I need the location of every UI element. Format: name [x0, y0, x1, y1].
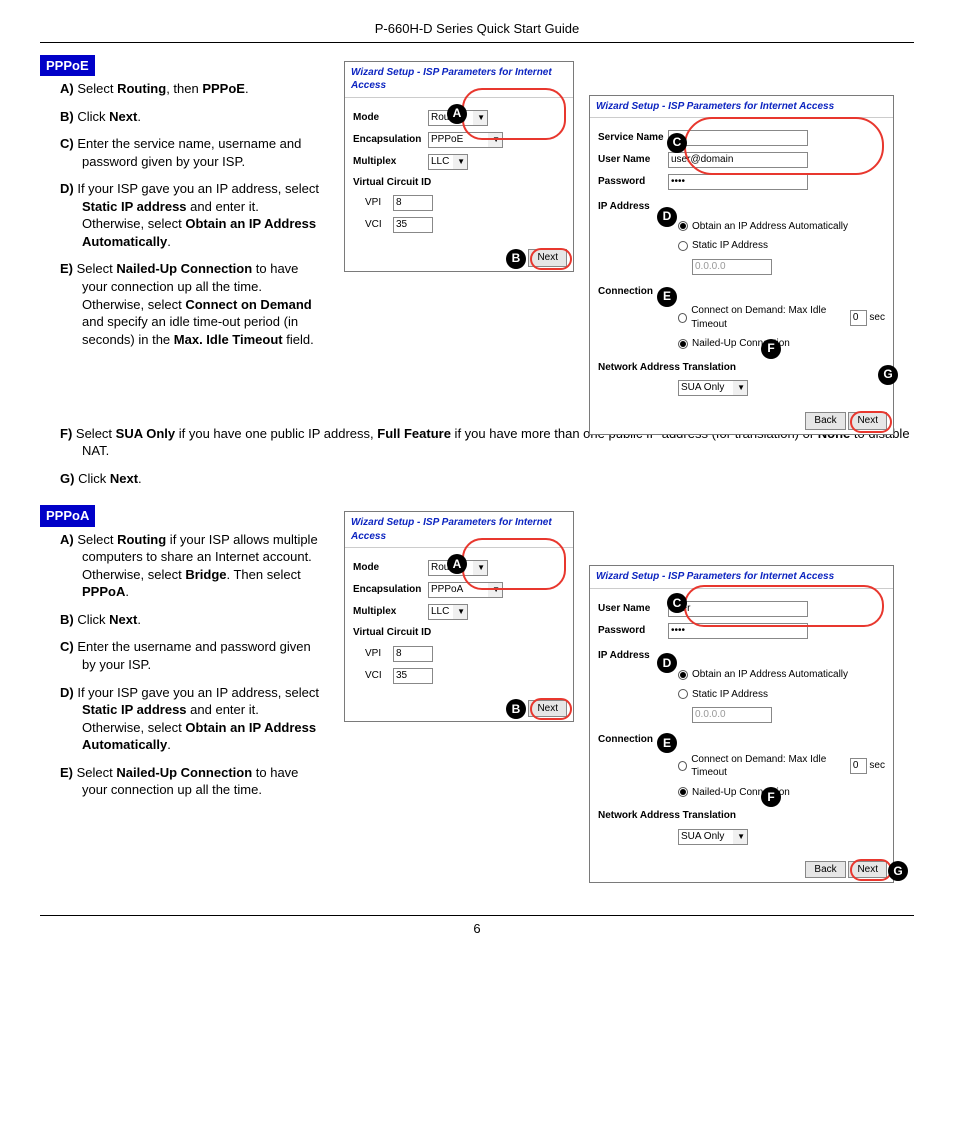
nat-select[interactable]: SUA Only — [678, 380, 748, 396]
vpi-label: VPI — [353, 647, 393, 661]
pppoe-steps: A) Select Routing, then PPPoE. B) Click … — [60, 80, 320, 348]
highlight-c — [684, 585, 884, 627]
page-header: P-660H-D Series Quick Start Guide — [40, 20, 914, 43]
user-label: User Name — [598, 153, 668, 167]
ip-static-text: Static IP Address — [692, 239, 768, 253]
mode-label: Mode — [353, 111, 428, 125]
ip-input[interactable]: 0.0.0.0 — [692, 707, 772, 723]
ip-static-radio[interactable] — [678, 689, 688, 699]
ip-auto-text: Obtain an IP Address Automatically — [692, 220, 848, 234]
pwd-label: Password — [598, 175, 668, 189]
pppoe-badge: PPPoE — [40, 55, 95, 77]
vpi-input[interactable]: 8 — [393, 195, 433, 211]
sec-text: sec — [869, 759, 885, 773]
ip-static-text: Static IP Address — [692, 688, 768, 702]
mode-label: Mode — [353, 561, 428, 575]
sec-text: sec — [869, 311, 885, 325]
multiplex-label: Multiplex — [353, 605, 428, 619]
pppoa-panels: Wizard Setup - ISP Parameters for Intern… — [344, 505, 914, 895]
back-button[interactable]: Back — [805, 861, 845, 879]
conn-demand-text: Connect on Demand: Max Idle Timeout — [691, 304, 847, 331]
callout-d: D — [657, 207, 677, 227]
svc-label: Service Name — [598, 131, 668, 145]
nat-select[interactable]: SUA Only — [678, 829, 748, 845]
nat-label: Network Address Translation — [598, 361, 736, 375]
conn-demand-text: Connect on Demand: Max Idle Timeout — [691, 753, 847, 780]
callout-g: G — [878, 365, 898, 385]
conn-demand-radio[interactable] — [678, 761, 687, 771]
ip-label: IP Address — [598, 649, 650, 663]
ip-auto-radio[interactable] — [678, 221, 688, 231]
conn-label: Connection — [598, 733, 653, 747]
vpi-input[interactable]: 8 — [393, 646, 433, 662]
vci-input[interactable]: 35 — [393, 217, 433, 233]
vci-label: VCI — [353, 218, 393, 232]
multiplex-select[interactable]: LLC — [428, 604, 468, 620]
pppoa-steps: A) Select Routing if your ISP allows mul… — [60, 531, 320, 799]
multiplex-label: Multiplex — [353, 155, 428, 169]
highlight-b — [530, 698, 572, 720]
encap-label: Encapsulation — [353, 133, 428, 147]
ip-auto-radio[interactable] — [678, 670, 688, 680]
back-button[interactable]: Back — [805, 412, 845, 430]
vcid-label: Virtual Circuit ID — [353, 176, 431, 190]
callout-e: E — [657, 287, 677, 307]
highlight-c — [684, 117, 884, 175]
pppoa-badge: PPPoA — [40, 505, 95, 527]
vpi-label: VPI — [353, 196, 393, 210]
vci-label: VCI — [353, 669, 393, 683]
highlight-g — [850, 411, 892, 433]
callout-a: A — [447, 104, 467, 124]
ip-input[interactable]: 0.0.0.0 — [692, 259, 772, 275]
callout-b: B — [506, 249, 526, 269]
callout-c: C — [667, 133, 687, 153]
panel-title: Wizard Setup - ISP Parameters for Intern… — [590, 96, 893, 119]
ip-label: IP Address — [598, 200, 650, 214]
ip-static-radio[interactable] — [678, 241, 688, 251]
conn-demand-radio[interactable] — [678, 313, 687, 323]
highlight-a — [462, 88, 566, 140]
highlight-a — [462, 538, 566, 590]
vcid-label: Virtual Circuit ID — [353, 626, 431, 640]
highlight-b — [530, 248, 572, 270]
conn-nailed-radio[interactable] — [678, 339, 688, 349]
callout-g: G — [888, 861, 908, 881]
pwd-label: Password — [598, 624, 668, 638]
vci-input[interactable]: 35 — [393, 668, 433, 684]
conn-label: Connection — [598, 285, 653, 299]
highlight-g — [850, 859, 892, 881]
callout-f: F — [761, 339, 781, 359]
conn-nailed-radio[interactable] — [678, 787, 688, 797]
ip-auto-text: Obtain an IP Address Automatically — [692, 668, 848, 682]
encap-label: Encapsulation — [353, 583, 428, 597]
page-footer: 6 — [40, 915, 914, 938]
nat-label: Network Address Translation — [598, 809, 736, 823]
idle-input[interactable]: 0 — [850, 310, 867, 326]
pwd-input[interactable]: •••• — [668, 174, 808, 190]
pppoa-section: PPPoA Wizard Setup - ISP Parameters for … — [40, 505, 914, 895]
user-label: User Name — [598, 602, 668, 616]
idle-input[interactable]: 0 — [850, 758, 867, 774]
multiplex-select[interactable]: LLC — [428, 154, 468, 170]
pppoe-section: PPPoE Wizard Setup - ISP Parameters for … — [40, 55, 914, 488]
pppoe-panels: Wizard Setup - ISP Parameters for Intern… — [344, 55, 914, 425]
